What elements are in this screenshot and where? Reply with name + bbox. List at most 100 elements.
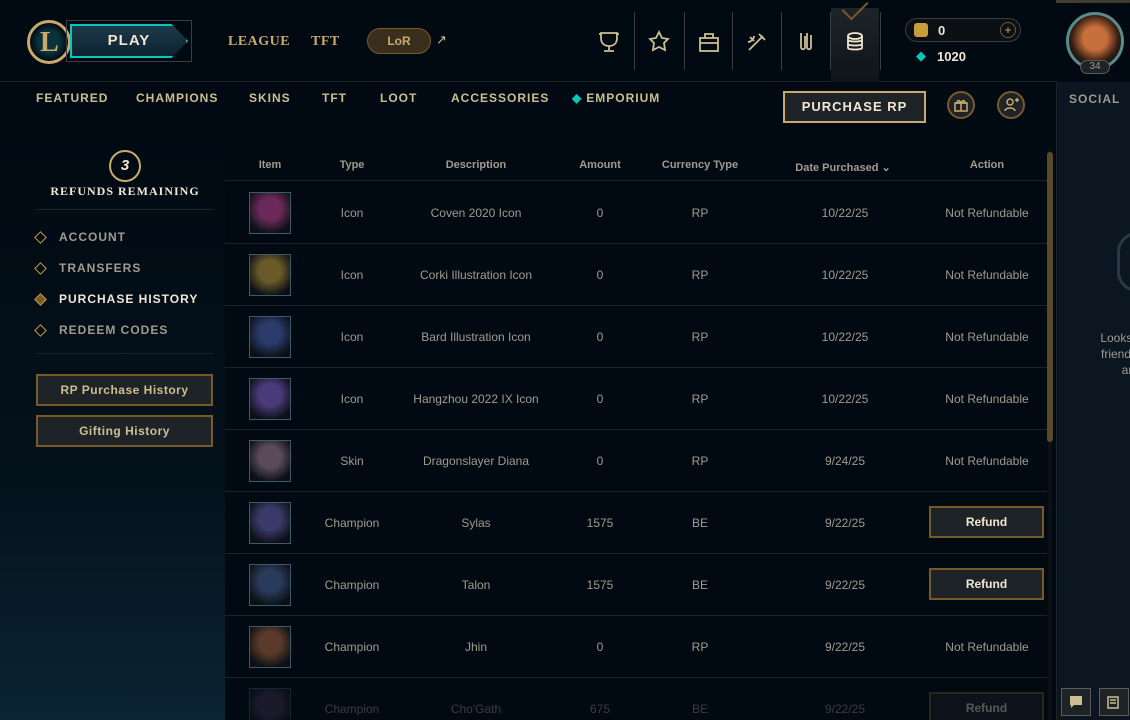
item-thumbnail [249, 254, 291, 296]
play-button[interactable]: PLAY [70, 24, 188, 58]
item-thumbnail [249, 378, 291, 420]
refund-button[interactable]: Refund [929, 692, 1044, 720]
purchase-rp-button[interactable]: PURCHASE RP [783, 91, 926, 123]
logo-letter: L [40, 27, 59, 58]
scrollbar-thumb[interactable] [1047, 152, 1053, 442]
top-bar: L PLAY LEAGUE TFT LoR ↗ 0 + ◆ 1020 [0, 0, 1056, 82]
col-date-sort[interactable]: Date Purchased ⌄ [795, 161, 890, 174]
cell-type: Icon [340, 206, 364, 220]
nav-league[interactable]: LEAGUE [228, 34, 290, 50]
cell-action: Not Refundable [945, 330, 1029, 344]
col-amount: Amount [579, 159, 621, 171]
cell-description: Corki Illustration Icon [419, 268, 533, 282]
diamond-icon [34, 323, 47, 337]
league-logo-icon[interactable]: L [27, 20, 71, 64]
sidebar: 3 REFUNDS REMAINING ACCOUNT TRANSFERS PU… [0, 132, 225, 720]
sidebar-item-redeem-codes[interactable]: REDEEM CODES [34, 323, 168, 337]
icon-divider [684, 12, 685, 70]
chat-button[interactable] [1061, 688, 1091, 716]
diamond-icon [34, 261, 47, 275]
subnav-emporium[interactable]: ◆ EMPORIUM [572, 91, 660, 105]
refund-button[interactable]: Refund [929, 568, 1044, 600]
item-thumbnail [249, 502, 291, 544]
nav-tft[interactable]: TFT [311, 34, 340, 50]
subnav-emporium-label: EMPORIUM [586, 91, 661, 105]
cell-description: Cho'Gath [450, 702, 502, 716]
cell-description: Jhin [464, 640, 488, 654]
gifting-history-button[interactable]: Gifting History [36, 415, 213, 447]
subnav-champions[interactable]: CHAMPIONS [136, 91, 218, 105]
notes-button[interactable] [1099, 688, 1129, 716]
cell-description: Talon [461, 578, 491, 592]
add-rp-button[interactable]: + [1000, 22, 1016, 38]
item-thumbnail [249, 316, 291, 358]
cell-amount: 0 [596, 206, 604, 220]
chevron-down-icon: ⌄ [881, 162, 891, 174]
ranked-icon[interactable] [639, 24, 679, 60]
refund-button[interactable]: Refund [929, 506, 1044, 538]
cell-date: 10/22/25 [821, 330, 869, 344]
gift-button[interactable] [947, 91, 975, 119]
cell-type: Champion [324, 516, 380, 530]
diamond-icon [34, 292, 47, 306]
icon-divider [634, 12, 635, 70]
sidebar-item-account[interactable]: ACCOUNT [34, 230, 126, 244]
gift-icon [954, 99, 968, 112]
cell-currency: RP [691, 392, 709, 406]
table-header: Item Type Description Amount Currency Ty… [225, 150, 1047, 181]
collection-icon[interactable] [689, 24, 729, 60]
subnav-accessories[interactable]: ACCESSORIES [451, 91, 549, 105]
subnav-skins[interactable]: SKINS [249, 91, 291, 105]
rp-balance: 0 + [905, 18, 1021, 42]
lor-button[interactable]: LoR [367, 28, 431, 54]
store-icon[interactable] [835, 24, 875, 60]
cell-currency: BE [691, 516, 709, 530]
subnav-loot[interactable]: LOOT [380, 91, 417, 105]
cell-amount: 0 [596, 268, 604, 282]
empty-friends-text: Looks like friends ye ar [1067, 330, 1130, 378]
item-thumbnail [249, 440, 291, 482]
icon-divider [880, 12, 881, 70]
table-row: Skin Dragonslayer Diana 0 RP 9/24/25 Not Refu… [225, 430, 1047, 492]
col-date: Date Purchased [795, 162, 879, 174]
sidebar-item-purchase-history[interactable]: PURCHASE HISTORY [34, 292, 199, 306]
cell-type: Champion [324, 702, 380, 716]
loot-icon[interactable] [737, 24, 777, 60]
rp-purchase-history-button[interactable]: RP Purchase History [36, 374, 213, 406]
divider [36, 209, 214, 210]
cell-action: Not Refundable [945, 268, 1029, 282]
cell-amount: 0 [596, 330, 604, 344]
col-description: Description [445, 159, 507, 171]
social-title: SOCIAL [1069, 92, 1121, 106]
add-friend-icon [1004, 98, 1019, 112]
cell-currency: RP [691, 268, 709, 282]
cell-date: 10/22/25 [821, 206, 869, 220]
cell-amount: 0 [596, 640, 604, 654]
clash-icon[interactable] [786, 24, 826, 60]
cell-action: Not Refundable [945, 640, 1029, 654]
subnav-featured[interactable]: FEATURED [36, 91, 108, 105]
table-row: Icon Corki Illustration Icon 0 RP 10/22/25 No… [225, 244, 1047, 306]
cell-type: Icon [340, 392, 364, 406]
cell-action: Not Refundable [945, 454, 1029, 468]
be-value: 1020 [937, 49, 966, 64]
cell-currency: RP [691, 330, 709, 344]
cell-currency: BE [691, 578, 709, 592]
social-panel: SOCIAL Looks like friends ye ar [1056, 82, 1130, 720]
emporium-icon: ◆ [572, 91, 583, 105]
sidebar-item-label: ACCOUNT [59, 230, 126, 244]
friend-request-button[interactable] [997, 91, 1025, 119]
cell-description: Sylas [461, 516, 491, 530]
icon-divider [781, 12, 782, 70]
item-thumbnail [249, 564, 291, 606]
subnav-tft[interactable]: TFT [322, 91, 347, 105]
table-row: Champion Cho'Gath 675 BE 9/22/25 Refund [225, 678, 1047, 720]
sidebar-item-label: PURCHASE HISTORY [59, 292, 199, 306]
chat-icon [1070, 696, 1082, 708]
table-row: Champion Talon 1575 BE 9/22/25 Refund [225, 554, 1047, 616]
sidebar-item-transfers[interactable]: TRANSFERS [34, 261, 141, 275]
trophy-icon[interactable] [589, 24, 629, 60]
cell-amount: 1575 [586, 516, 614, 530]
cell-type: Champion [324, 578, 380, 592]
cell-amount: 1575 [586, 578, 614, 592]
